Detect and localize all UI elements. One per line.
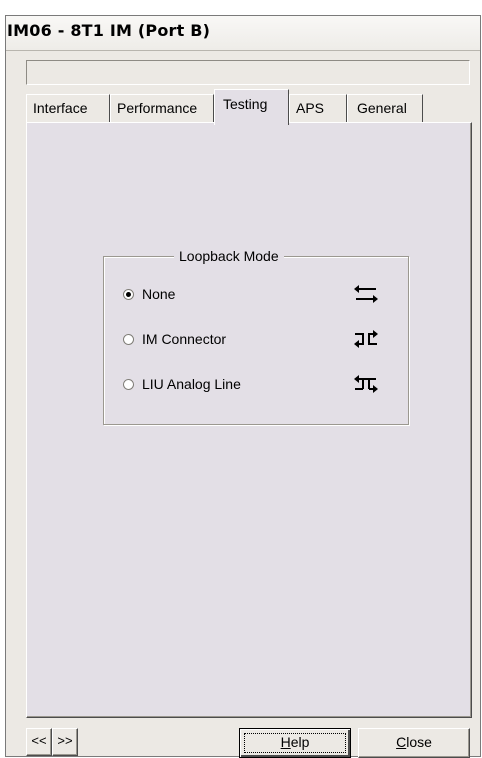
loopback-line-icon bbox=[354, 375, 378, 393]
status-field bbox=[26, 60, 470, 85]
window-title: IM06 - 8T1 IM (Port B) bbox=[7, 21, 211, 40]
tab-general[interactable]: General bbox=[347, 94, 423, 124]
radio-button[interactable] bbox=[123, 333, 134, 345]
loopback-option-none[interactable]: None bbox=[123, 285, 175, 303]
tab-aps[interactable]: APS bbox=[289, 94, 347, 124]
radio-button[interactable] bbox=[123, 288, 134, 300]
close-button[interactable]: Close bbox=[358, 728, 470, 758]
tab-performance[interactable]: Performance bbox=[110, 94, 214, 124]
loopback-option-liu-analog-line[interactable]: LIU Analog Line bbox=[123, 375, 241, 393]
tab-label: APS bbox=[296, 100, 325, 116]
next-label: >> bbox=[57, 733, 73, 748]
radio-label: LIU Analog Line bbox=[142, 376, 241, 392]
tab-label: Interface bbox=[33, 100, 88, 116]
next-button[interactable]: >> bbox=[52, 728, 78, 756]
tab-interface[interactable]: Interface bbox=[26, 94, 110, 124]
properties-window: IM06 - 8T1 IM (Port B) Interface Perform… bbox=[5, 15, 481, 758]
close-label: Close bbox=[396, 734, 432, 750]
radio-button[interactable] bbox=[123, 378, 134, 390]
loopback-option-im-connector[interactable]: IM Connector bbox=[123, 330, 226, 348]
previous-label: << bbox=[31, 733, 47, 748]
tab-testing[interactable]: Testing bbox=[214, 89, 289, 125]
radio-label: None bbox=[142, 286, 176, 302]
loopback-none-icon bbox=[354, 285, 378, 303]
previous-button[interactable]: << bbox=[26, 728, 52, 756]
loopback-connector-icon bbox=[354, 330, 378, 348]
help-button[interactable]: Help bbox=[239, 728, 351, 758]
title-bar[interactable]: IM06 - 8T1 IM (Port B) bbox=[6, 16, 480, 51]
tab-label: General bbox=[357, 100, 407, 116]
radio-label: IM Connector bbox=[142, 331, 227, 347]
help-label: Help bbox=[280, 734, 310, 750]
tab-label: Testing bbox=[223, 96, 268, 112]
loopback-mode-legend: Loopback Mode bbox=[174, 248, 284, 264]
tab-label: Performance bbox=[117, 100, 198, 116]
